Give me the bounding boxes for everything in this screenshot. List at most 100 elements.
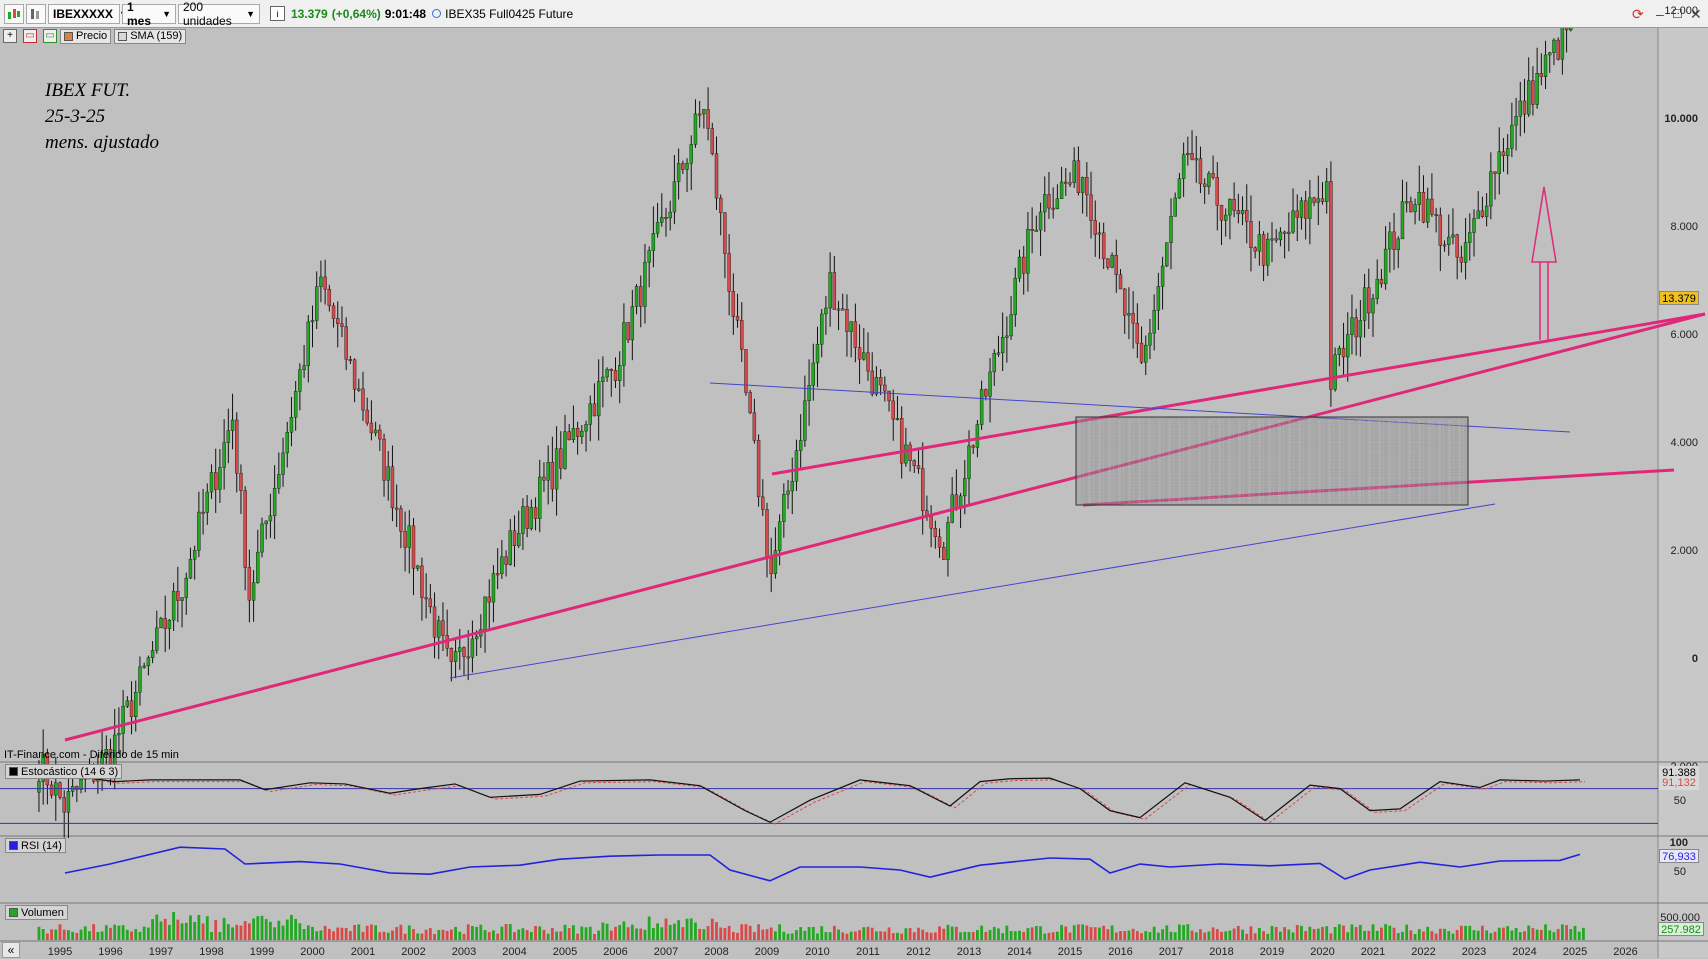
minimize-button[interactable]: – <box>1656 6 1664 22</box>
scroll-left-button[interactable]: « <box>2 942 20 958</box>
remove-indicator-icon[interactable]: ▭ <box>23 29 37 43</box>
volume-bar <box>323 925 327 940</box>
volume-bar <box>1022 931 1026 940</box>
candle-body <box>542 476 546 481</box>
candle-body <box>1358 320 1363 338</box>
volume-label-text: Volumen <box>21 906 64 919</box>
candle-body <box>803 400 807 441</box>
volume-bar <box>597 930 601 940</box>
volume-bar <box>727 925 731 940</box>
candle-body <box>201 511 205 514</box>
rsi-label-text: RSI (14) <box>21 839 62 852</box>
candle-body <box>895 418 900 420</box>
price-series-toggle[interactable]: Precio <box>60 28 112 44</box>
candle-body <box>820 313 824 345</box>
volume-bar <box>774 931 777 940</box>
candle-body <box>1055 198 1060 210</box>
candle-body <box>1165 242 1169 267</box>
candle-body <box>155 627 159 651</box>
volume-bar <box>420 933 424 940</box>
year-tick-label: 2009 <box>754 946 780 958</box>
candle-body <box>508 530 512 565</box>
volume-bar <box>1236 925 1240 940</box>
candle-body <box>992 353 996 373</box>
volume-bar <box>837 929 840 940</box>
volume-bar <box>412 929 415 940</box>
symbol-list-icon[interactable] <box>26 3 46 24</box>
volume-bar <box>866 926 870 940</box>
candle-body <box>239 472 243 491</box>
candle-body <box>618 365 622 381</box>
volume-bar <box>731 931 735 940</box>
candle-body <box>1181 154 1186 179</box>
rsi-label[interactable]: RSI (14) <box>5 838 66 853</box>
symbol-selector[interactable]: IBEXXXXX▼ <box>48 3 128 24</box>
year-tick-label: 1995 <box>47 946 73 958</box>
candle-body <box>1396 238 1400 251</box>
volume-bar <box>214 920 218 940</box>
timeframe-selector[interactable]: 1 mes ▼ <box>122 0 176 28</box>
volume-bar <box>1228 930 1232 940</box>
volume-bar <box>445 930 449 940</box>
volume-bar <box>664 918 668 940</box>
candle-body <box>428 598 433 608</box>
volume-label[interactable]: Volumen <box>5 905 68 920</box>
candle-body <box>441 620 445 636</box>
volume-bar <box>1367 930 1371 940</box>
volume-bar <box>1173 932 1177 940</box>
volume-bar <box>609 930 613 940</box>
volume-bar <box>260 915 264 940</box>
candle-body <box>49 784 54 796</box>
info-icon[interactable]: i <box>270 6 285 21</box>
candle-body <box>1409 201 1413 213</box>
volume-bar <box>88 931 91 940</box>
add-indicator-icon[interactable]: ▭ <box>43 29 57 43</box>
candle-body <box>676 163 681 182</box>
candle-body <box>1043 194 1047 213</box>
candle-body <box>891 400 895 420</box>
volume-bar <box>883 931 887 940</box>
volume-bar <box>1493 931 1497 940</box>
volume-bar <box>567 928 571 940</box>
volume-bar <box>525 930 529 940</box>
chart-type-icon[interactable] <box>4 3 24 24</box>
candle-body <box>655 222 660 234</box>
price-chart[interactable] <box>0 0 1708 959</box>
candle-body <box>866 352 870 372</box>
candle-body <box>1362 287 1367 321</box>
candle-body <box>811 362 815 386</box>
volume-bar <box>1106 929 1110 940</box>
volume-bar <box>1190 930 1194 940</box>
candle-body <box>1236 210 1241 215</box>
stochastic-label[interactable]: Estocástico (14 6 3) <box>5 764 123 779</box>
sma-series-toggle[interactable]: SMA (159) <box>114 28 187 44</box>
volume-bar <box>630 924 634 940</box>
volume-bar <box>1030 927 1034 940</box>
candle-body <box>575 428 580 437</box>
volume-bar <box>1253 933 1257 940</box>
volume-bar <box>1531 928 1535 940</box>
units-selector[interactable]: 200 unidades ▼ <box>178 0 260 28</box>
year-tick-label: 1996 <box>98 946 123 958</box>
add-icon[interactable]: + <box>3 29 17 43</box>
volume-bar <box>306 925 310 940</box>
volume-bar <box>1068 932 1072 940</box>
volume-bar <box>399 924 403 940</box>
last-price-marker: 13.379 <box>1659 291 1699 305</box>
candle-body <box>529 507 534 529</box>
volume-bar <box>1548 930 1552 940</box>
candle-body <box>1548 52 1552 56</box>
volume-bar <box>117 925 121 940</box>
volume-bar <box>285 919 289 940</box>
candle-body <box>899 418 904 464</box>
refresh-icon[interactable]: ⟳ <box>1632 6 1644 23</box>
volume-bar <box>534 926 537 940</box>
volume-bar <box>231 927 234 940</box>
volume-bar <box>1081 924 1085 940</box>
volume-bar <box>361 931 365 940</box>
volume-bar <box>1161 929 1164 940</box>
year-tick-label: 2024 <box>1512 946 1537 958</box>
volume-bar <box>622 921 626 940</box>
volume-bar <box>83 926 87 940</box>
volume-bar <box>1392 927 1396 940</box>
